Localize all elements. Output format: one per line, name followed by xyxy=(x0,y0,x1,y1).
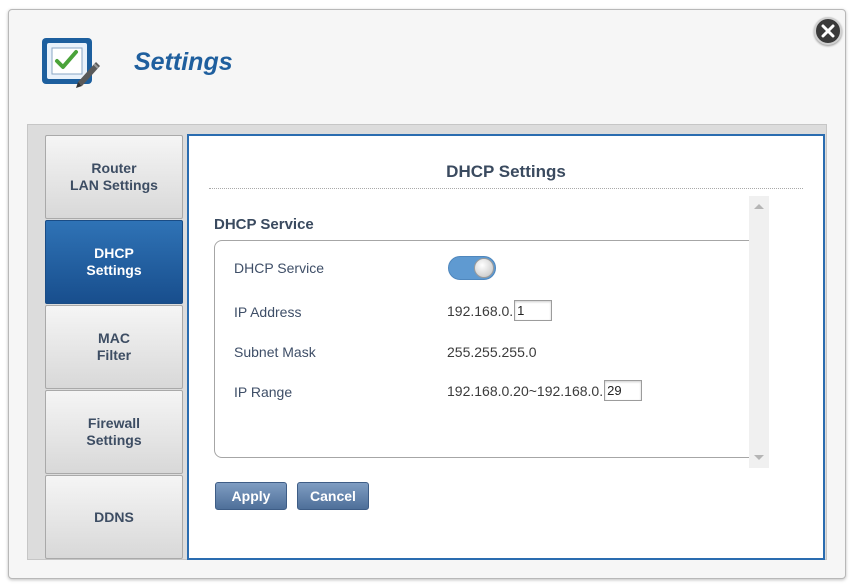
settings-checklist-icon xyxy=(42,38,100,88)
ip-range-prefix: 192.168.0.20~192.168.0. xyxy=(447,382,604,399)
sidebar-item-dhcp-settings[interactable]: DHCP Settings xyxy=(45,220,183,304)
title-divider xyxy=(209,188,803,189)
sidebar-item-router-lan-settings[interactable]: Router LAN Settings xyxy=(45,135,183,219)
cancel-button[interactable]: Cancel xyxy=(297,482,369,510)
ip-address-prefix: 192.168.0. xyxy=(447,302,514,319)
ip-range-value: 192.168.0.20~192.168.0. xyxy=(447,380,643,401)
sidebar-item-mac-filter[interactable]: MAC Filter xyxy=(45,305,183,389)
dhcp-settings-panel: DHCP Settings DHCP Service DHCP Service … xyxy=(187,134,825,560)
scroll-down-icon[interactable] xyxy=(754,455,764,460)
ip-range-label: IP Range xyxy=(234,384,293,400)
close-icon xyxy=(821,24,835,38)
apply-button[interactable]: Apply xyxy=(215,482,287,510)
dhcp-service-toggle[interactable] xyxy=(448,256,496,280)
ip-address-value: 192.168.0. xyxy=(447,300,553,321)
dhcp-form-box: DHCP Service IP Address 192.168.0. Subne… xyxy=(214,240,762,458)
ip-range-end-input[interactable] xyxy=(604,380,643,401)
subnet-mask-label: Subnet Mask xyxy=(234,344,316,360)
scrollbar[interactable] xyxy=(749,196,769,468)
ip-address-input[interactable] xyxy=(514,300,553,321)
sidebar-item-firewall-settings[interactable]: Firewall Settings xyxy=(45,390,183,474)
close-button[interactable] xyxy=(814,17,842,45)
settings-sidebar: Router LAN Settings DHCP Settings MAC Fi… xyxy=(45,135,183,560)
section-title: DHCP Service xyxy=(214,216,314,233)
ip-address-label: IP Address xyxy=(234,304,302,320)
toggle-knob xyxy=(474,258,494,278)
scroll-up-icon[interactable] xyxy=(754,204,764,209)
panel-title: DHCP Settings xyxy=(446,162,566,181)
subnet-mask-value: 255.255.255.0 xyxy=(447,344,537,360)
dhcp-service-label: DHCP Service xyxy=(234,260,324,276)
sidebar-item-ddns[interactable]: DDNS xyxy=(45,475,183,559)
dialog-title: Settings xyxy=(134,48,233,76)
